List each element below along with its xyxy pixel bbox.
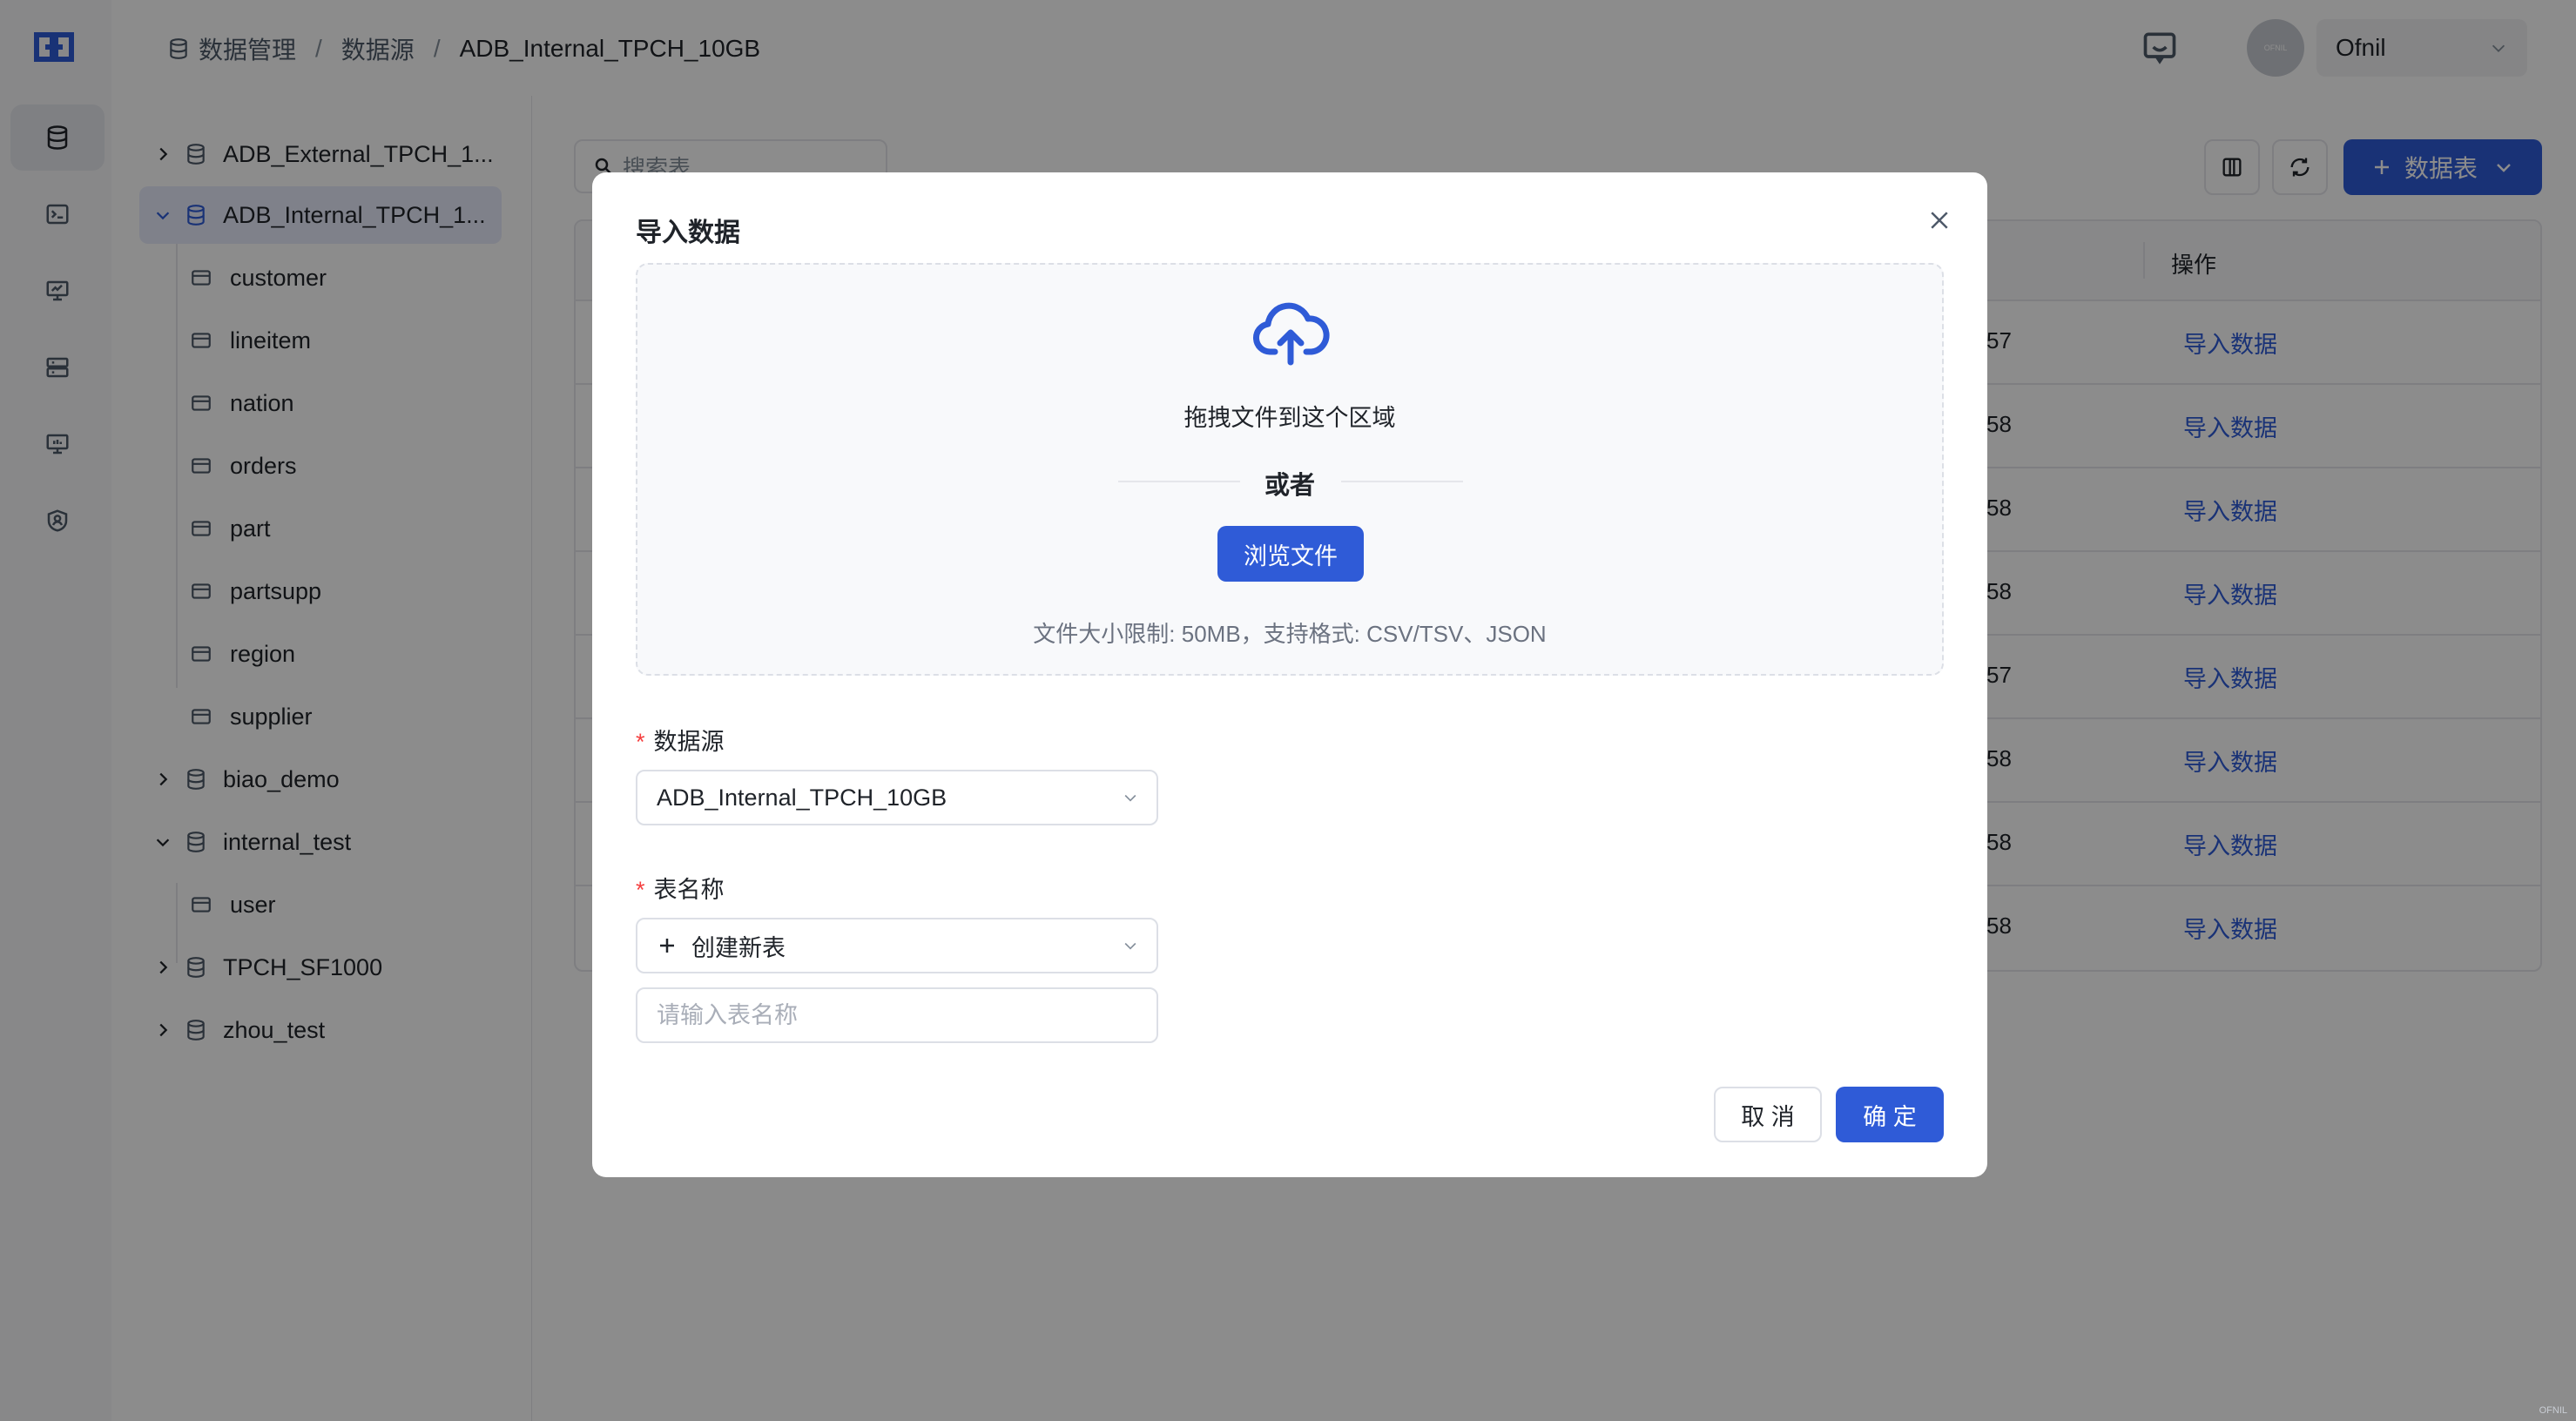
modal-title: 导入数据 xyxy=(636,219,740,247)
file-dropzone[interactable]: 拖拽文件到这个区域 或者 浏览文件 文件大小限制: 50MB，支持格式: CSV… xyxy=(636,263,1944,676)
table-name-input[interactable] xyxy=(636,987,1158,1043)
required-mark: * xyxy=(636,729,645,755)
table-name-label-text: 表名称 xyxy=(653,877,725,903)
chevron-down-icon xyxy=(1124,794,1136,802)
close-icon[interactable] xyxy=(1926,207,1952,233)
drag-hint: 拖拽文件到这个区域 xyxy=(1183,405,1396,431)
or-separator: 或者 xyxy=(1264,472,1315,500)
browse-files-button[interactable]: 浏览文件 xyxy=(1217,526,1364,582)
chevron-down-icon xyxy=(1124,942,1136,950)
create-new-table-option: 创建新表 xyxy=(691,934,786,961)
plus-icon xyxy=(660,939,674,953)
table-mode-select[interactable]: 创建新表 xyxy=(636,918,1158,973)
required-mark: * xyxy=(636,877,645,903)
datasource-select[interactable]: ADB_Internal_TPCH_10GB xyxy=(636,770,1158,825)
import-data-modal: 导入数据 拖拽文件到这个区域 或者 浏览文件 文件大小限制: 50MB，支持格式… xyxy=(592,172,1987,1177)
app: 数据管理 / 数据源 / ADB_Internal_TPCH_10GB OFNI… xyxy=(0,0,2576,1421)
cloud-upload-icon xyxy=(1252,302,1330,366)
file-limit-hint: 文件大小限制: 50MB，支持格式: CSV/TSV、JSON xyxy=(1033,621,1547,647)
datasource-value: ADB_Internal_TPCH_10GB xyxy=(657,784,947,811)
datasource-label-text: 数据源 xyxy=(653,729,725,755)
confirm-button[interactable]: 确 定 xyxy=(1836,1087,1944,1142)
table-name-label: * 表名称 xyxy=(636,871,725,905)
datasource-label: * 数据源 xyxy=(636,723,725,757)
cancel-button[interactable]: 取 消 xyxy=(1714,1087,1822,1142)
watermark: OFNIL xyxy=(2539,1405,2567,1416)
